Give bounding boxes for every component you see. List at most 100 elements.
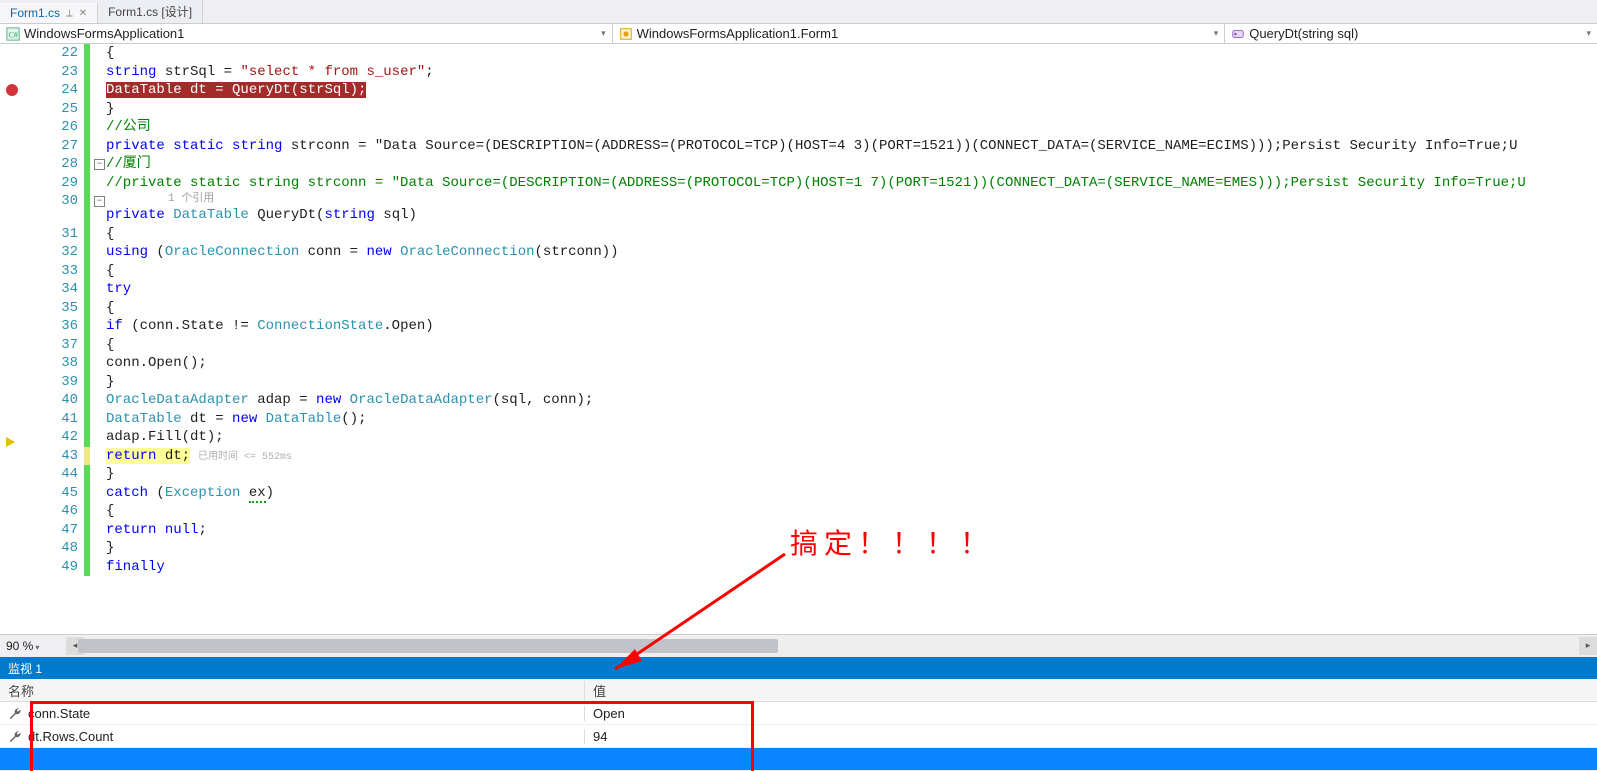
line-number: 29	[26, 174, 78, 193]
watch-header-value[interactable]: 值	[585, 681, 1597, 700]
codelens-references[interactable]: 1 个引用	[168, 193, 214, 205]
code-line[interactable]: {	[106, 299, 1597, 318]
chevron-down-icon: ▾	[601, 28, 606, 39]
code-line[interactable]: OracleDataAdapter adap = new OracleDataA…	[106, 391, 1597, 410]
line-number: 42	[26, 428, 78, 447]
annotation-text: 搞定！！！！	[790, 522, 994, 562]
code-line[interactable]: //厦门	[106, 155, 1597, 174]
line-number: 39	[26, 373, 78, 392]
code-line[interactable]: {	[106, 262, 1597, 281]
code-line[interactable]: adap.Fill(dt);	[106, 428, 1597, 447]
code-line[interactable]: return dt;已用时间 <= 552ms	[106, 447, 1597, 466]
code-line[interactable]: }	[106, 100, 1597, 119]
line-number: 26	[26, 118, 78, 137]
code-line[interactable]: {	[106, 44, 1597, 63]
chevron-down-icon: ▾	[35, 643, 39, 652]
line-number: 43	[26, 447, 78, 466]
code-line[interactable]: private static string strconn = "Data So…	[106, 137, 1597, 156]
code-line[interactable]: try	[106, 280, 1597, 299]
svg-text:C#: C#	[9, 30, 18, 39]
change-margin	[84, 44, 92, 634]
outlining-margin[interactable]: −−	[92, 44, 106, 634]
line-number: 31	[26, 225, 78, 244]
wrench-icon	[8, 706, 22, 720]
wrench-icon	[8, 729, 22, 743]
horizontal-scrollbar[interactable]: ◂ ▸	[66, 637, 1597, 655]
code-line[interactable]: }	[106, 465, 1597, 484]
nav-member-label: QueryDt(string sql)	[1249, 26, 1582, 41]
tab-label: Form1.cs [设计]	[108, 3, 192, 20]
code-line[interactable]: {	[106, 502, 1597, 521]
nav-type-dropdown[interactable]: WindowsFormsApplication1.Form1 ▾	[613, 24, 1226, 43]
watch-row[interactable]: conn.StateOpen	[0, 702, 1597, 725]
watch-header-name[interactable]: 名称	[0, 681, 585, 700]
pin-icon[interactable]: ⟂	[66, 8, 73, 19]
breakpoint-icon[interactable]	[6, 84, 18, 96]
line-number: 48	[26, 539, 78, 558]
nav-project-label: WindowsFormsApplication1	[24, 26, 597, 41]
line-number: 35	[26, 299, 78, 318]
outline-toggle[interactable]: −	[94, 159, 105, 170]
zoom-value: 90 %	[6, 639, 33, 653]
code-line[interactable]: DataTable dt = new DataTable();	[106, 410, 1597, 429]
line-number: 27	[26, 137, 78, 156]
code-line[interactable]: {	[106, 225, 1597, 244]
line-number: 46	[26, 502, 78, 521]
code-line[interactable]: //private static string strconn = "Data …	[106, 174, 1597, 193]
scroll-right-button[interactable]: ▸	[1579, 637, 1597, 655]
watch-grid: 名称 值 conn.StateOpendt.Rows.Count94	[0, 679, 1597, 771]
code-line[interactable]: DataTable dt = QueryDt(strSql);	[106, 81, 1597, 100]
watch-row[interactable]: dt.Rows.Count94	[0, 725, 1597, 748]
execution-pointer-icon	[6, 437, 15, 447]
chevron-down-icon: ▾	[1214, 28, 1219, 39]
code-line[interactable]: //公司	[106, 118, 1597, 137]
code-line[interactable]: string strSql = "select * from s_user";	[106, 63, 1597, 82]
perf-tip[interactable]: 已用时间 <= 552ms	[198, 452, 292, 463]
code-line[interactable]: }	[106, 373, 1597, 392]
method-icon	[1231, 27, 1245, 41]
nav-project-dropdown[interactable]: C# WindowsFormsApplication1 ▾	[0, 24, 613, 43]
code-line[interactable]: conn.Open();	[106, 354, 1597, 373]
code-line[interactable]: private DataTable QueryDt(string sql)	[106, 206, 1597, 225]
watch-panel-title[interactable]: 监视 1	[0, 658, 1597, 679]
outline-toggle[interactable]: −	[94, 196, 105, 207]
line-number: 30	[26, 192, 78, 211]
watch-name-cell[interactable]: dt.Rows.Count	[0, 729, 585, 744]
tab-form1-designer[interactable]: Form1.cs [设计]	[98, 0, 203, 23]
close-icon[interactable]: ✕	[79, 8, 87, 19]
navigation-bar: C# WindowsFormsApplication1 ▾ WindowsFor…	[0, 24, 1597, 44]
watch-value-cell[interactable]: 94	[585, 729, 1597, 744]
tab-label: Form1.cs	[10, 6, 60, 20]
watch-header-row: 名称 值	[0, 679, 1597, 702]
tab-form1-cs[interactable]: Form1.cs ⟂ ✕	[0, 3, 98, 23]
code-line[interactable]: {	[106, 336, 1597, 355]
class-icon	[619, 27, 633, 41]
line-number: 47	[26, 521, 78, 540]
code-line[interactable]: catch (Exception ex)	[106, 484, 1597, 503]
line-number: 36	[26, 317, 78, 336]
line-number: 32	[26, 243, 78, 262]
nav-type-label: WindowsFormsApplication1.Form1	[637, 26, 1210, 41]
line-number: 40	[26, 391, 78, 410]
csharp-file-icon: C#	[6, 27, 20, 41]
watch-name-cell[interactable]: conn.State	[0, 706, 585, 721]
editor-bottom-bar: 90 %▾ ◂ ▸	[0, 634, 1597, 657]
glyph-margin[interactable]	[0, 44, 26, 634]
code-line[interactable]: if (conn.State != ConnectionState.Open)	[106, 317, 1597, 336]
chevron-down-icon: ▾	[1586, 28, 1591, 39]
visual-studio-window: Form1.cs ⟂ ✕ Form1.cs [设计] C# WindowsFor…	[0, 0, 1597, 771]
line-number: 23	[26, 63, 78, 82]
code-line[interactable]: using (OracleConnection conn = new Oracl…	[106, 243, 1597, 262]
zoom-dropdown[interactable]: 90 %▾	[0, 639, 66, 653]
line-number: 24	[26, 81, 78, 100]
line-number: 41	[26, 410, 78, 429]
line-number: 25	[26, 100, 78, 119]
nav-member-dropdown[interactable]: QueryDt(string sql) ▾	[1225, 24, 1597, 43]
line-number: 38	[26, 354, 78, 373]
watch-row-empty[interactable]	[0, 748, 1597, 771]
line-number: 33	[26, 262, 78, 281]
scrollbar-thumb[interactable]	[78, 639, 778, 653]
line-number: 44	[26, 465, 78, 484]
line-number: 37	[26, 336, 78, 355]
watch-value-cell[interactable]: Open	[585, 706, 1597, 721]
